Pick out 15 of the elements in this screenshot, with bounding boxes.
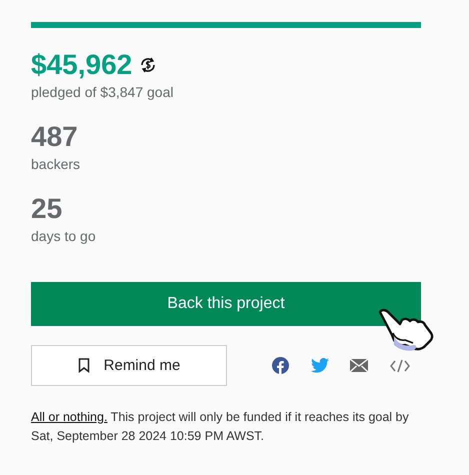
all-or-nothing-link[interactable]: All or nothing. bbox=[31, 410, 108, 424]
stat-value: 25 bbox=[31, 192, 62, 226]
back-project-button[interactable]: Back this project bbox=[31, 282, 421, 326]
funding-notice: All or nothing. This project will only be funded if it reaches its goal by Sat, September 28 2024 10:59 PM AWST. bbox=[31, 409, 410, 445]
facebook-icon[interactable] bbox=[272, 357, 289, 374]
bookmark-icon bbox=[78, 358, 90, 373]
remind-me-button[interactable]: Remind me bbox=[31, 345, 227, 386]
stat-label: backers bbox=[31, 156, 80, 172]
pledged-caption: pledged of $3,847 goal bbox=[31, 84, 174, 100]
pledged-amount: $45,962 bbox=[31, 48, 132, 82]
stat-label: days to go bbox=[31, 228, 96, 244]
email-icon[interactable] bbox=[350, 359, 368, 372]
twitter-icon[interactable] bbox=[310, 358, 329, 373]
stat-value: 487 bbox=[31, 120, 78, 154]
embed-code-icon[interactable] bbox=[390, 358, 410, 372]
